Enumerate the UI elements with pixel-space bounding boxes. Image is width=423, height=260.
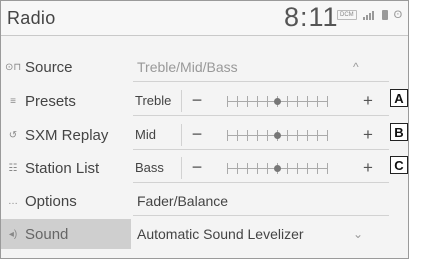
slider-tick: [227, 130, 228, 141]
slider-tick: [257, 130, 258, 141]
treble-label: Treble: [135, 93, 172, 108]
slider-tick: [327, 130, 328, 141]
slider-tick: [307, 96, 308, 107]
slider-tick: [317, 130, 318, 141]
slider-tick: [247, 96, 248, 107]
slider-tick: [237, 130, 238, 141]
slider-tick: [297, 163, 298, 174]
bass-minus-button[interactable]: −: [183, 157, 211, 178]
callout-b: B: [390, 123, 408, 141]
slider-tick: [287, 130, 288, 141]
bass-plus-button[interactable]: +: [355, 158, 381, 178]
mid-minus-button[interactable]: −: [183, 124, 211, 145]
slider-tick: [307, 163, 308, 174]
sidebar-item-label: Options: [25, 192, 77, 210]
clock: 8:11: [284, 2, 339, 32]
slider-knob[interactable]: [274, 98, 281, 105]
sidebar-item-sound[interactable]: ◂) Sound: [1, 219, 131, 249]
sidebar-item-label: Presets: [25, 92, 76, 110]
slider-tick: [267, 163, 268, 174]
slider-tick: [257, 96, 258, 107]
signal-icon: [362, 10, 376, 20]
sidebar-item-station-list[interactable]: ☷ Station List: [1, 153, 131, 183]
battery-icon: [381, 10, 388, 20]
sidebar-item-sxm-replay[interactable]: ↺ SXM Replay: [1, 120, 131, 150]
mid-label: Mid: [135, 127, 156, 142]
slider-tick: [317, 96, 318, 107]
sidebar-item-source[interactable]: ⊙⊓ Source: [1, 52, 131, 82]
treble-minus-button[interactable]: −: [183, 90, 211, 111]
bass-label: Bass: [135, 160, 164, 175]
mid-row: Mid − +: [133, 120, 389, 150]
sidebar-item-label: SXM Replay: [25, 126, 109, 144]
callout-c: C: [390, 156, 408, 174]
asl-row[interactable]: Automatic Sound Levelizer ⌄: [133, 219, 389, 249]
dcm-badge: DCM: [337, 10, 357, 20]
slider-knob[interactable]: [274, 132, 281, 139]
chevron-up-icon: ^: [353, 59, 359, 74]
status-icons: DCM ʘ: [337, 9, 402, 21]
mid-plus-button[interactable]: +: [355, 125, 381, 145]
source-icon: ⊙⊓: [5, 61, 22, 73]
slider-knob[interactable]: [274, 165, 281, 172]
slider-tick: [227, 96, 228, 107]
slider-tick: [287, 163, 288, 174]
asl-label: Automatic Sound Levelizer: [137, 226, 304, 242]
slider-tick: [307, 130, 308, 141]
sidebar-item-options[interactable]: … Options: [1, 186, 131, 216]
chevron-down-icon: ⌄: [353, 227, 364, 241]
sidebar-item-label: Station List: [25, 159, 100, 177]
sidebar: ⊙⊓ Source ≡ Presets ↺ SXM Replay ☷ Stati…: [1, 38, 131, 260]
replay-icon: ↺: [8, 129, 18, 141]
slider-tick: [267, 96, 268, 107]
slider-tick: [287, 96, 288, 107]
mid-slider[interactable]: [227, 130, 328, 141]
slider-tick: [327, 96, 328, 107]
page-title: Radio: [7, 8, 56, 28]
slider-tick: [317, 163, 318, 174]
slider-tick: [247, 130, 248, 141]
bluetooth-icon: ʘ: [393, 9, 403, 21]
slider-tick: [237, 96, 238, 107]
slider-tick: [227, 163, 228, 174]
slider-tick: [327, 163, 328, 174]
section-treble-mid-bass[interactable]: Treble/Mid/Bass ^: [133, 52, 389, 82]
section-label: Treble/Mid/Bass: [137, 58, 238, 75]
slider-tick: [257, 163, 258, 174]
sidebar-item-presets[interactable]: ≡ Presets: [1, 86, 131, 116]
treble-row: Treble − +: [133, 86, 389, 116]
station-list-icon: ☷: [8, 162, 18, 174]
treble-slider[interactable]: [227, 96, 328, 107]
slider-tick: [247, 163, 248, 174]
bass-slider[interactable]: [227, 163, 328, 174]
fader-balance-label: Fader/Balance: [137, 192, 229, 209]
slider-tick: [297, 130, 298, 141]
treble-plus-button[interactable]: +: [355, 91, 381, 111]
slider-tick: [267, 130, 268, 141]
slider-tick: [237, 163, 238, 174]
options-icon: …: [8, 195, 18, 207]
header-bar: Radio 8:11 DCM ʘ: [1, 1, 408, 36]
speaker-icon: ◂): [8, 228, 18, 240]
presets-icon: ≡: [10, 95, 16, 107]
bass-row: Bass − +: [133, 153, 389, 183]
sidebar-item-label: Source: [25, 58, 73, 76]
fader-balance-row[interactable]: Fader/Balance: [133, 186, 389, 216]
radio-screen: Radio 8:11 DCM ʘ ⊙⊓ Source ≡ Presets ↺ S…: [0, 0, 409, 259]
sidebar-item-label: Sound: [25, 225, 69, 243]
slider-tick: [297, 96, 298, 107]
callout-a: A: [390, 89, 408, 107]
